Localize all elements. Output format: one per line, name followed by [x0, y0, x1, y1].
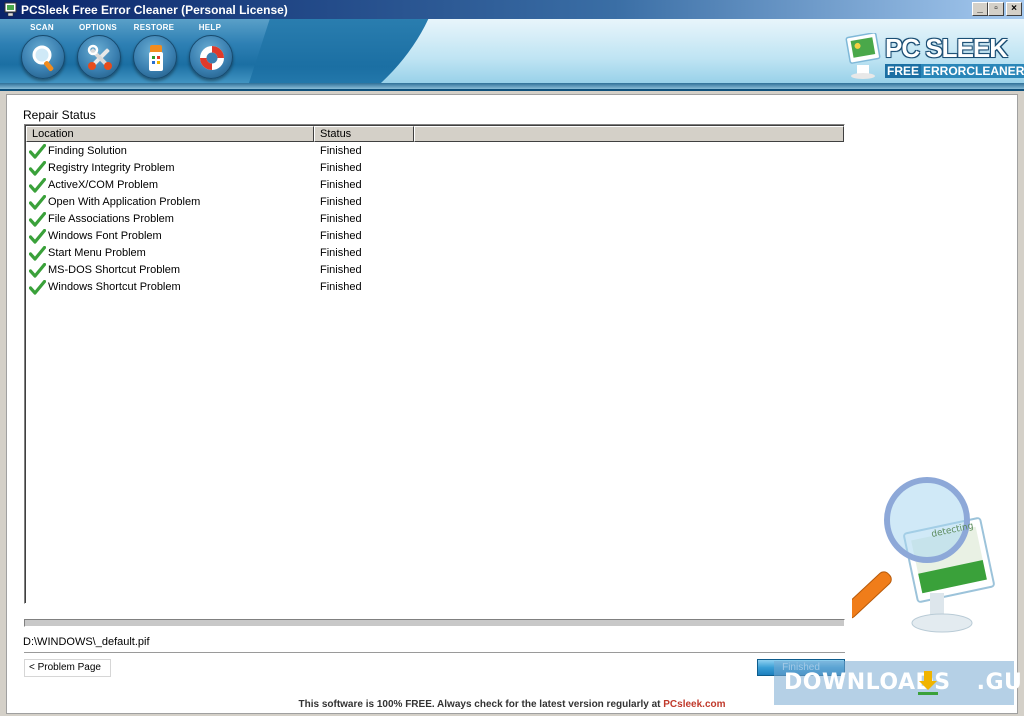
help-button[interactable]: HELP [182, 19, 238, 83]
title-bar: PCSleek Free Error Cleaner (Personal Lic… [0, 0, 1024, 19]
row-location: Open With Application Problem [48, 196, 201, 208]
checkmark-icon [28, 177, 47, 193]
illustration-base [911, 613, 973, 633]
logo-product-text: ERRORCLEANER [921, 64, 1024, 78]
row-location: Windows Shortcut Problem [48, 281, 181, 293]
options-button[interactable]: OPTIONS [70, 19, 126, 83]
logo-subtitle: FREE ERRORCLEANER [885, 64, 1024, 78]
checkmark-icon [28, 279, 47, 295]
help-orb [189, 35, 233, 79]
column-header-status[interactable]: Status [314, 126, 414, 142]
table-row[interactable]: Registry Integrity Problem Finished [28, 160, 829, 178]
table-row[interactable]: MS-DOS Shortcut Problem Finished [28, 262, 829, 280]
watermark: DOWNLOADS.GURU [774, 661, 1024, 705]
table-row[interactable]: Start Menu Problem Finished [28, 245, 829, 263]
scan-button[interactable]: SCAN [14, 19, 70, 83]
minimize-button[interactable]: _ [972, 2, 988, 16]
column-header-location[interactable]: Location [26, 126, 314, 142]
pcsleek-logo: PC SLEEK FREE ERRORCLEANER [845, 31, 1024, 83]
repair-status-title: Repair Status [23, 108, 96, 122]
table-row[interactable]: ActiveX/COM Problem Finished [28, 177, 829, 195]
logo-monitor-icon [845, 33, 881, 79]
row-status: Finished [320, 213, 362, 225]
row-location: Windows Font Problem [48, 230, 162, 242]
options-label: OPTIONS [78, 23, 118, 32]
magnifier-icon [32, 45, 54, 72]
row-status: Finished [320, 145, 362, 157]
restore-label: RESTORE [133, 23, 175, 32]
scan-label: SCAN [30, 23, 54, 32]
illustration-handle [852, 571, 892, 619]
row-status: Finished [320, 247, 362, 259]
row-status: Finished [320, 281, 362, 293]
row-status: Finished [320, 162, 362, 174]
restore-icon [149, 45, 163, 71]
table-row[interactable]: File Associations Problem Finished [28, 211, 829, 229]
tools-icon [87, 44, 112, 70]
current-file-path: D:\WINDOWS\_default.pif [23, 636, 150, 648]
illustration-lens [884, 477, 970, 563]
checkmark-icon [28, 245, 47, 261]
row-location: Finding Solution [48, 145, 127, 157]
download-arrow-icon [918, 671, 938, 695]
row-location: MS-DOS Shortcut Problem [48, 264, 181, 276]
row-status: Finished [320, 196, 362, 208]
restore-button[interactable]: RESTORE [126, 19, 182, 83]
table-row[interactable]: Windows Font Problem Finished [28, 228, 829, 246]
checkmark-icon [28, 211, 47, 227]
row-status: Finished [320, 264, 362, 276]
options-orb [77, 35, 121, 79]
row-status: Finished [320, 230, 362, 242]
scan-orb [21, 35, 65, 79]
table-row[interactable]: Open With Application Problem Finished [28, 194, 829, 212]
header-bottom-line [0, 83, 1024, 89]
help-label: HELP [198, 23, 222, 32]
window-title: PCSleek Free Error Cleaner (Personal Lic… [21, 3, 288, 17]
checkmark-icon [28, 143, 47, 159]
separator [24, 652, 845, 653]
footer-text: This software is 100% FREE. Always check… [298, 699, 664, 710]
logo-brand-text: PC SLEEK [885, 33, 1008, 63]
checkmark-icon [28, 194, 47, 210]
row-location: Start Menu Problem [48, 247, 146, 259]
table-row[interactable]: Windows Shortcut Problem Finished [28, 279, 829, 297]
row-location: ActiveX/COM Problem [48, 179, 159, 191]
app-icon [4, 2, 17, 17]
checkmark-icon [28, 228, 47, 244]
maximize-button[interactable]: ▫ [988, 2, 1004, 16]
row-location: Registry Integrity Problem [48, 162, 175, 174]
logo-free-text: FREE [885, 64, 922, 78]
row-status: Finished [320, 179, 362, 191]
header-bar: SCAN OPTIONS RESTORE HELP PC SLEEK FREE … [0, 19, 1024, 91]
watermark-suffix: .GURU [976, 670, 1024, 695]
progress-bar [24, 619, 845, 627]
footer-site-link[interactable]: PCsleek.com [663, 699, 725, 710]
problem-page-button[interactable]: < Problem Page [24, 659, 111, 677]
close-button[interactable]: × [1006, 2, 1022, 16]
checkmark-icon [28, 262, 47, 278]
column-header-filler [414, 126, 844, 142]
watermark-text: DOWNLOADS.GURU [784, 670, 1024, 695]
restore-orb [133, 35, 177, 79]
lifebuoy-icon [200, 46, 224, 70]
row-location: File Associations Problem [48, 213, 174, 225]
checkmark-icon [28, 160, 47, 176]
repair-status-list[interactable]: Location Status Finding Solution Finished… [24, 124, 845, 604]
table-row[interactable]: Finding Solution Finished [28, 143, 829, 161]
detecting-illustration: detecting [852, 477, 995, 633]
